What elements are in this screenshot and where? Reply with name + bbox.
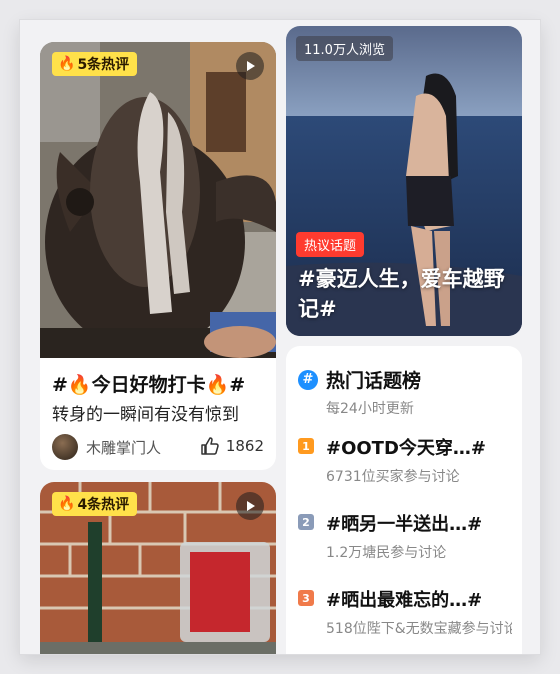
hot-comments-badge: 🔥 5条热评	[52, 52, 138, 76]
hot-comments-label: 5条热评	[77, 57, 130, 73]
topic-hero-title: #豪迈人生，爱车越野记#	[298, 267, 505, 321]
hashtag-icon: #	[298, 369, 318, 390]
like-button[interactable]: 1862	[200, 436, 264, 456]
topic-rank-item[interactable]: 1 #OOTD今天穿…# 6731位买家参与讨论	[298, 434, 510, 490]
avatar[interactable]	[52, 434, 78, 460]
post-card-bottle[interactable]: 🔥 4条热评	[40, 482, 276, 654]
wood-carving-photo	[40, 42, 276, 358]
topic-card-offroad[interactable]: 11.0万人浏览 热议话题 #豪迈人生，爱车越野记#	[286, 26, 522, 336]
like-count: 1862	[225, 437, 264, 455]
hot-topics-header[interactable]: # 热门话题榜	[298, 366, 421, 393]
fire-icon: 🔥	[58, 56, 76, 72]
post-author[interactable]: 木雕掌门人	[52, 434, 161, 460]
topic-rank-item[interactable]: 3 #晒出最难忘的…# 518位陛下&无数宝藏参与讨论	[298, 586, 512, 642]
hot-topics-title: 热门话题榜	[326, 370, 422, 392]
post-card-wood-carving[interactable]: 🔥 5条热评 #🔥今日好物打卡🔥# 转身的一瞬间有没有惊到 木雕掌门人 1862	[40, 42, 276, 470]
post-subtitle: 转身的一瞬间有没有惊到	[52, 405, 239, 425]
post-cover-image[interactable]: 🔥 5条热评	[40, 42, 276, 358]
hot-comments-badge: 🔥 4条热评	[52, 492, 138, 516]
hot-topic-tag: 热议话题	[296, 232, 365, 257]
rank-badge: 2	[298, 514, 314, 530]
hot-topics-subtitle: 每24小时更新	[326, 401, 414, 417]
post-cover-image[interactable]: 🔥 4条热评	[40, 482, 276, 654]
hot-comments-label: 4条热评	[77, 497, 130, 513]
author-name[interactable]: 木雕掌门人	[86, 437, 161, 458]
thumbs-up-icon	[201, 437, 219, 455]
play-icon[interactable]	[236, 52, 264, 80]
feed-frame: 🔥 5条热评 #🔥今日好物打卡🔥# 转身的一瞬间有没有惊到 木雕掌门人 1862	[20, 20, 540, 654]
fire-icon: 🔥	[58, 496, 76, 512]
topic-rank-item[interactable]: 2 #晒另一半送出…# 1.2万塘民参与讨论	[298, 510, 510, 566]
rank-badge: 3	[298, 590, 314, 606]
rank-topic-title: #OOTD今天穿…#	[326, 438, 486, 459]
rank-topic-title: #晒出最难忘的…#	[326, 590, 483, 611]
rank-topic-meta: 1.2万塘民参与讨论	[326, 545, 447, 561]
post-title: #🔥今日好物打卡🔥#	[52, 374, 246, 396]
play-icon[interactable]	[236, 492, 264, 520]
hot-topics-card[interactable]: # 热门话题榜 每24小时更新 1 #OOTD今天穿…# 6731位买家参与讨论…	[286, 346, 522, 654]
rank-topic-meta: 6731位买家参与讨论	[326, 469, 460, 485]
view-count-badge: 11.0万人浏览	[296, 36, 393, 61]
rank-badge: 1	[298, 438, 314, 454]
topic-cover-image[interactable]: 11.0万人浏览 热议话题 #豪迈人生，爱车越野记#	[286, 26, 522, 336]
rank-topic-title: #晒另一半送出…#	[326, 514, 483, 535]
rank-topic-meta: 518位陛下&无数宝藏参与讨论	[326, 621, 512, 637]
